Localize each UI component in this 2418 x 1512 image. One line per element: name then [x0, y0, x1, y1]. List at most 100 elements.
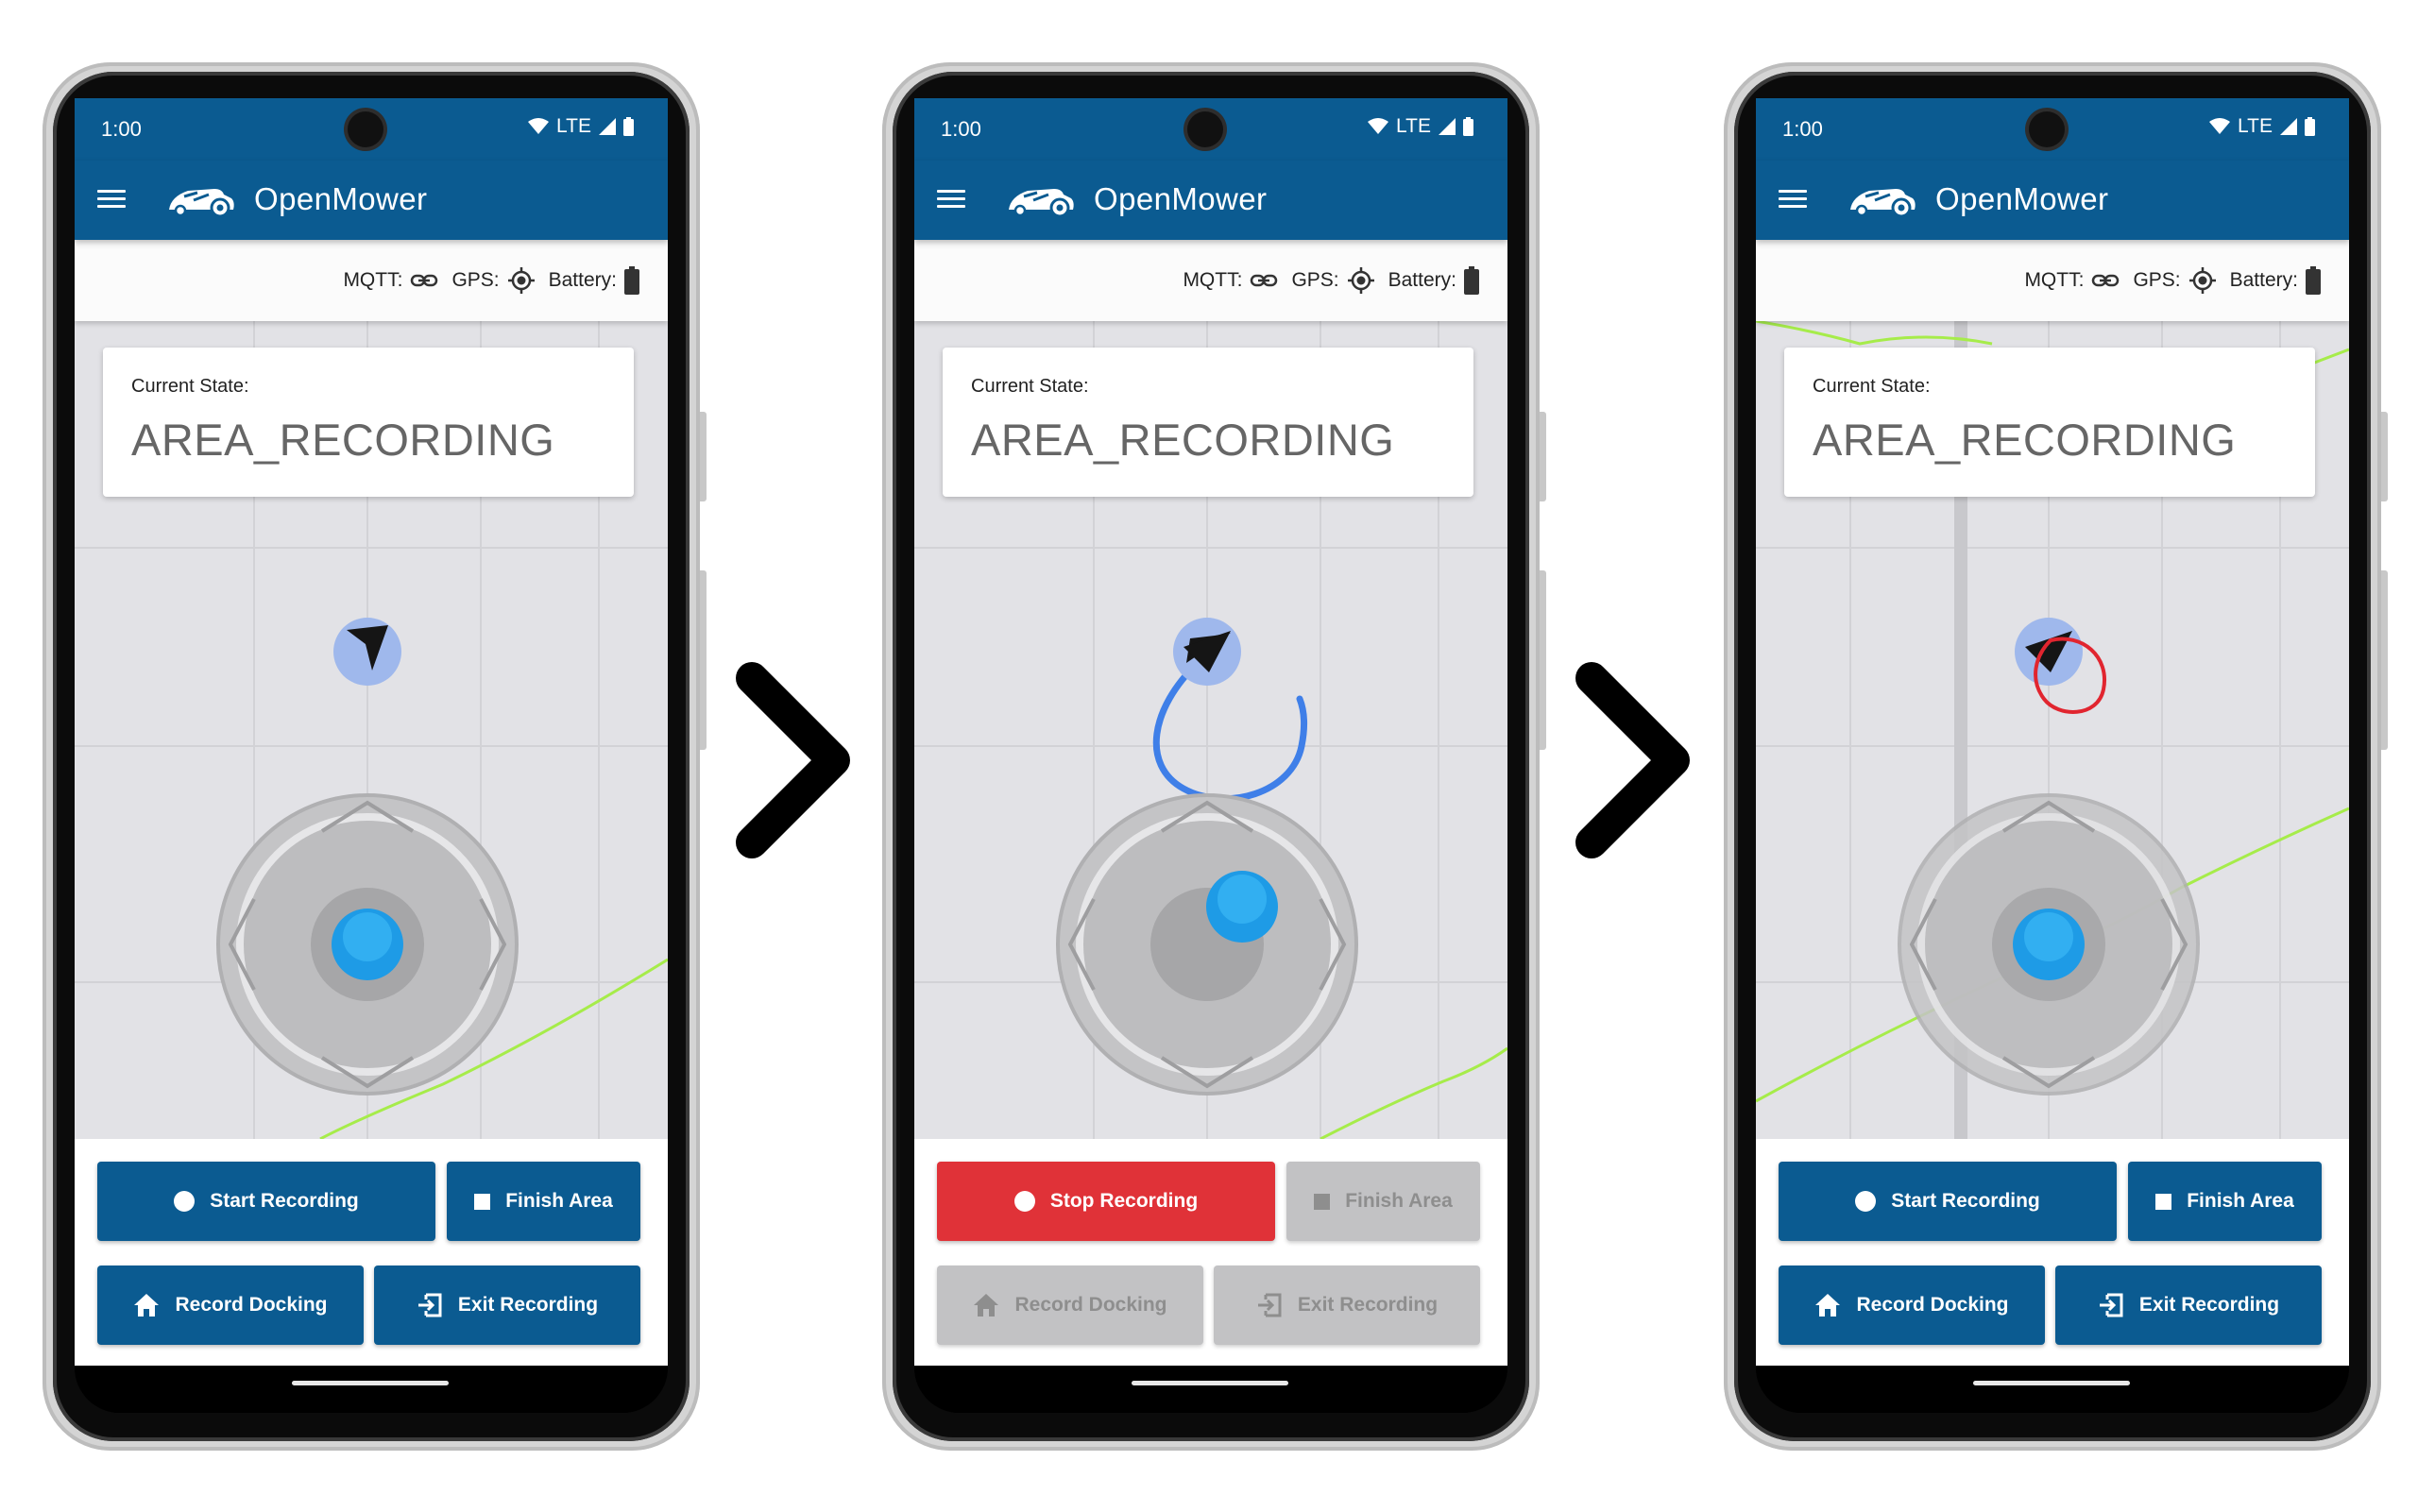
- gesture-bar: [1756, 1366, 2349, 1413]
- stop-square-icon: [2155, 1193, 2172, 1210]
- start-recording-button[interactable]: Start Recording: [97, 1162, 435, 1241]
- status-bar: 1:00 LTE: [914, 98, 1507, 161]
- battery-status-icon: [623, 117, 634, 136]
- home-icon: [974, 1294, 999, 1317]
- gps-label: GPS:: [451, 269, 500, 291]
- map-view[interactable]: Current State: AREA_RECORDING: [914, 321, 1507, 1139]
- gps-target-icon: [507, 267, 535, 294]
- mower-logo-icon: [1009, 189, 1074, 218]
- gps-target-icon: [1347, 267, 1374, 294]
- exit-icon: [417, 1293, 442, 1317]
- action-panel: Start Recording Finish Area Record Docki…: [75, 1139, 668, 1366]
- menu-icon[interactable]: [97, 185, 126, 213]
- network-label: LTE: [1396, 115, 1431, 137]
- exit-recording-button[interactable]: Exit Recording: [2055, 1266, 2322, 1345]
- mqtt-label: MQTT:: [1183, 269, 1243, 291]
- status-bar: 1:00 LTE: [1756, 98, 2349, 161]
- gesture-bar: [75, 1366, 668, 1413]
- chevron-right-icon: [1575, 662, 1690, 858]
- stop-recording-label: Stop Recording: [1049, 1190, 1199, 1212]
- volume-button: [2381, 570, 2388, 750]
- record-docking-label: Record Docking: [1856, 1294, 2009, 1316]
- mqtt-label: MQTT:: [2024, 269, 2085, 291]
- robot-marker: [2015, 618, 2083, 686]
- finish-area-button[interactable]: Finish Area: [1286, 1162, 1480, 1241]
- battery-label: Battery:: [2229, 269, 2298, 291]
- battery-icon: [2306, 266, 2321, 295]
- gps-label: GPS:: [2133, 269, 2181, 291]
- status-time: 1:00: [101, 117, 142, 141]
- wifi-icon: [2209, 118, 2231, 134]
- app-title: OpenMower: [1094, 181, 1268, 216]
- record-docking-button[interactable]: Record Docking: [937, 1266, 1203, 1345]
- app-bar: OpenMower: [75, 161, 668, 240]
- front-camera: [348, 111, 383, 147]
- home-handle[interactable]: [292, 1381, 449, 1385]
- start-recording-button[interactable]: Start Recording: [1779, 1162, 2117, 1241]
- exit-icon: [2099, 1293, 2123, 1317]
- app-title: OpenMower: [1935, 181, 2109, 216]
- menu-icon[interactable]: [1779, 185, 1807, 213]
- robot-marker: [333, 618, 401, 686]
- map-view[interactable]: Current State: AREA_RECORDING: [1756, 321, 2349, 1139]
- recorded-path: [1152, 659, 1308, 803]
- home-icon: [1815, 1294, 1841, 1317]
- gesture-bar: [914, 1366, 1507, 1413]
- state-label: Current State:: [131, 376, 249, 397]
- battery-icon: [1464, 266, 1479, 295]
- home-icon: [134, 1294, 160, 1317]
- power-button: [1540, 412, 1546, 501]
- exit-recording-label: Exit Recording: [1297, 1294, 1439, 1316]
- start-recording-label: Start Recording: [210, 1190, 359, 1212]
- screen-1: 1:00 LTE OpenMower MQTT: GPS: Battery: C…: [75, 98, 668, 1413]
- record-icon: [1013, 1191, 1035, 1212]
- mower-logo-icon: [169, 189, 234, 218]
- gps-label: GPS:: [1291, 269, 1339, 291]
- volume-button: [700, 570, 707, 750]
- status-time: 1:00: [1782, 117, 1823, 141]
- battery-icon: [624, 266, 639, 295]
- home-handle[interactable]: [1973, 1381, 2130, 1385]
- app-title: OpenMower: [254, 181, 428, 216]
- power-button: [700, 412, 707, 501]
- action-panel: Stop Recording Finish Area Record Dockin…: [914, 1139, 1507, 1366]
- signal-icon: [599, 118, 616, 135]
- finish-area-label: Finish Area: [505, 1190, 613, 1212]
- front-camera: [2029, 111, 2065, 147]
- connection-status-bar: MQTT: GPS: Battery:: [914, 240, 1507, 321]
- finish-area-button[interactable]: Finish Area: [447, 1162, 640, 1241]
- finish-area-label: Finish Area: [2187, 1190, 2294, 1212]
- action-panel: Start Recording Finish Area Record Docki…: [1756, 1139, 2349, 1366]
- stop-recording-button[interactable]: Stop Recording: [937, 1162, 1275, 1241]
- app-bar: OpenMower: [1756, 161, 2349, 240]
- joystick[interactable]: [1056, 793, 1358, 1096]
- finish-area-button[interactable]: Finish Area: [2128, 1162, 2322, 1241]
- map-view[interactable]: Current State: AREA_RECORDING: [75, 321, 668, 1139]
- joystick[interactable]: [216, 793, 519, 1096]
- battery-label: Battery:: [548, 269, 617, 291]
- mqtt-label: MQTT:: [343, 269, 403, 291]
- record-docking-button[interactable]: Record Docking: [1779, 1266, 2045, 1345]
- state-label: Current State:: [971, 376, 1089, 397]
- front-camera: [1187, 111, 1223, 147]
- link-icon: [2092, 274, 2120, 287]
- status-time: 1:00: [941, 117, 981, 141]
- exit-recording-button[interactable]: Exit Recording: [374, 1266, 640, 1345]
- menu-icon[interactable]: [937, 185, 965, 213]
- link-icon: [1251, 274, 1278, 287]
- network-label: LTE: [2238, 115, 2273, 137]
- joystick[interactable]: [1898, 793, 2200, 1096]
- record-icon: [1855, 1191, 1877, 1212]
- current-state-card: Current State: AREA_RECORDING: [943, 348, 1473, 497]
- phone-frame-3: 1:00 LTE OpenMower MQTT: GPS: Battery: C…: [1724, 62, 2388, 1451]
- record-docking-button[interactable]: Record Docking: [97, 1266, 364, 1345]
- connection-status-bar: MQTT: GPS: Battery:: [75, 240, 668, 321]
- wifi-icon: [1368, 118, 1389, 134]
- record-docking-label: Record Docking: [175, 1294, 328, 1316]
- battery-label: Battery:: [1388, 269, 1456, 291]
- home-handle[interactable]: [1132, 1381, 1288, 1385]
- exit-recording-button[interactable]: Exit Recording: [1214, 1266, 1480, 1345]
- stop-square-icon: [1314, 1193, 1331, 1210]
- battery-status-icon: [1463, 117, 1473, 136]
- record-docking-label: Record Docking: [1014, 1294, 1167, 1316]
